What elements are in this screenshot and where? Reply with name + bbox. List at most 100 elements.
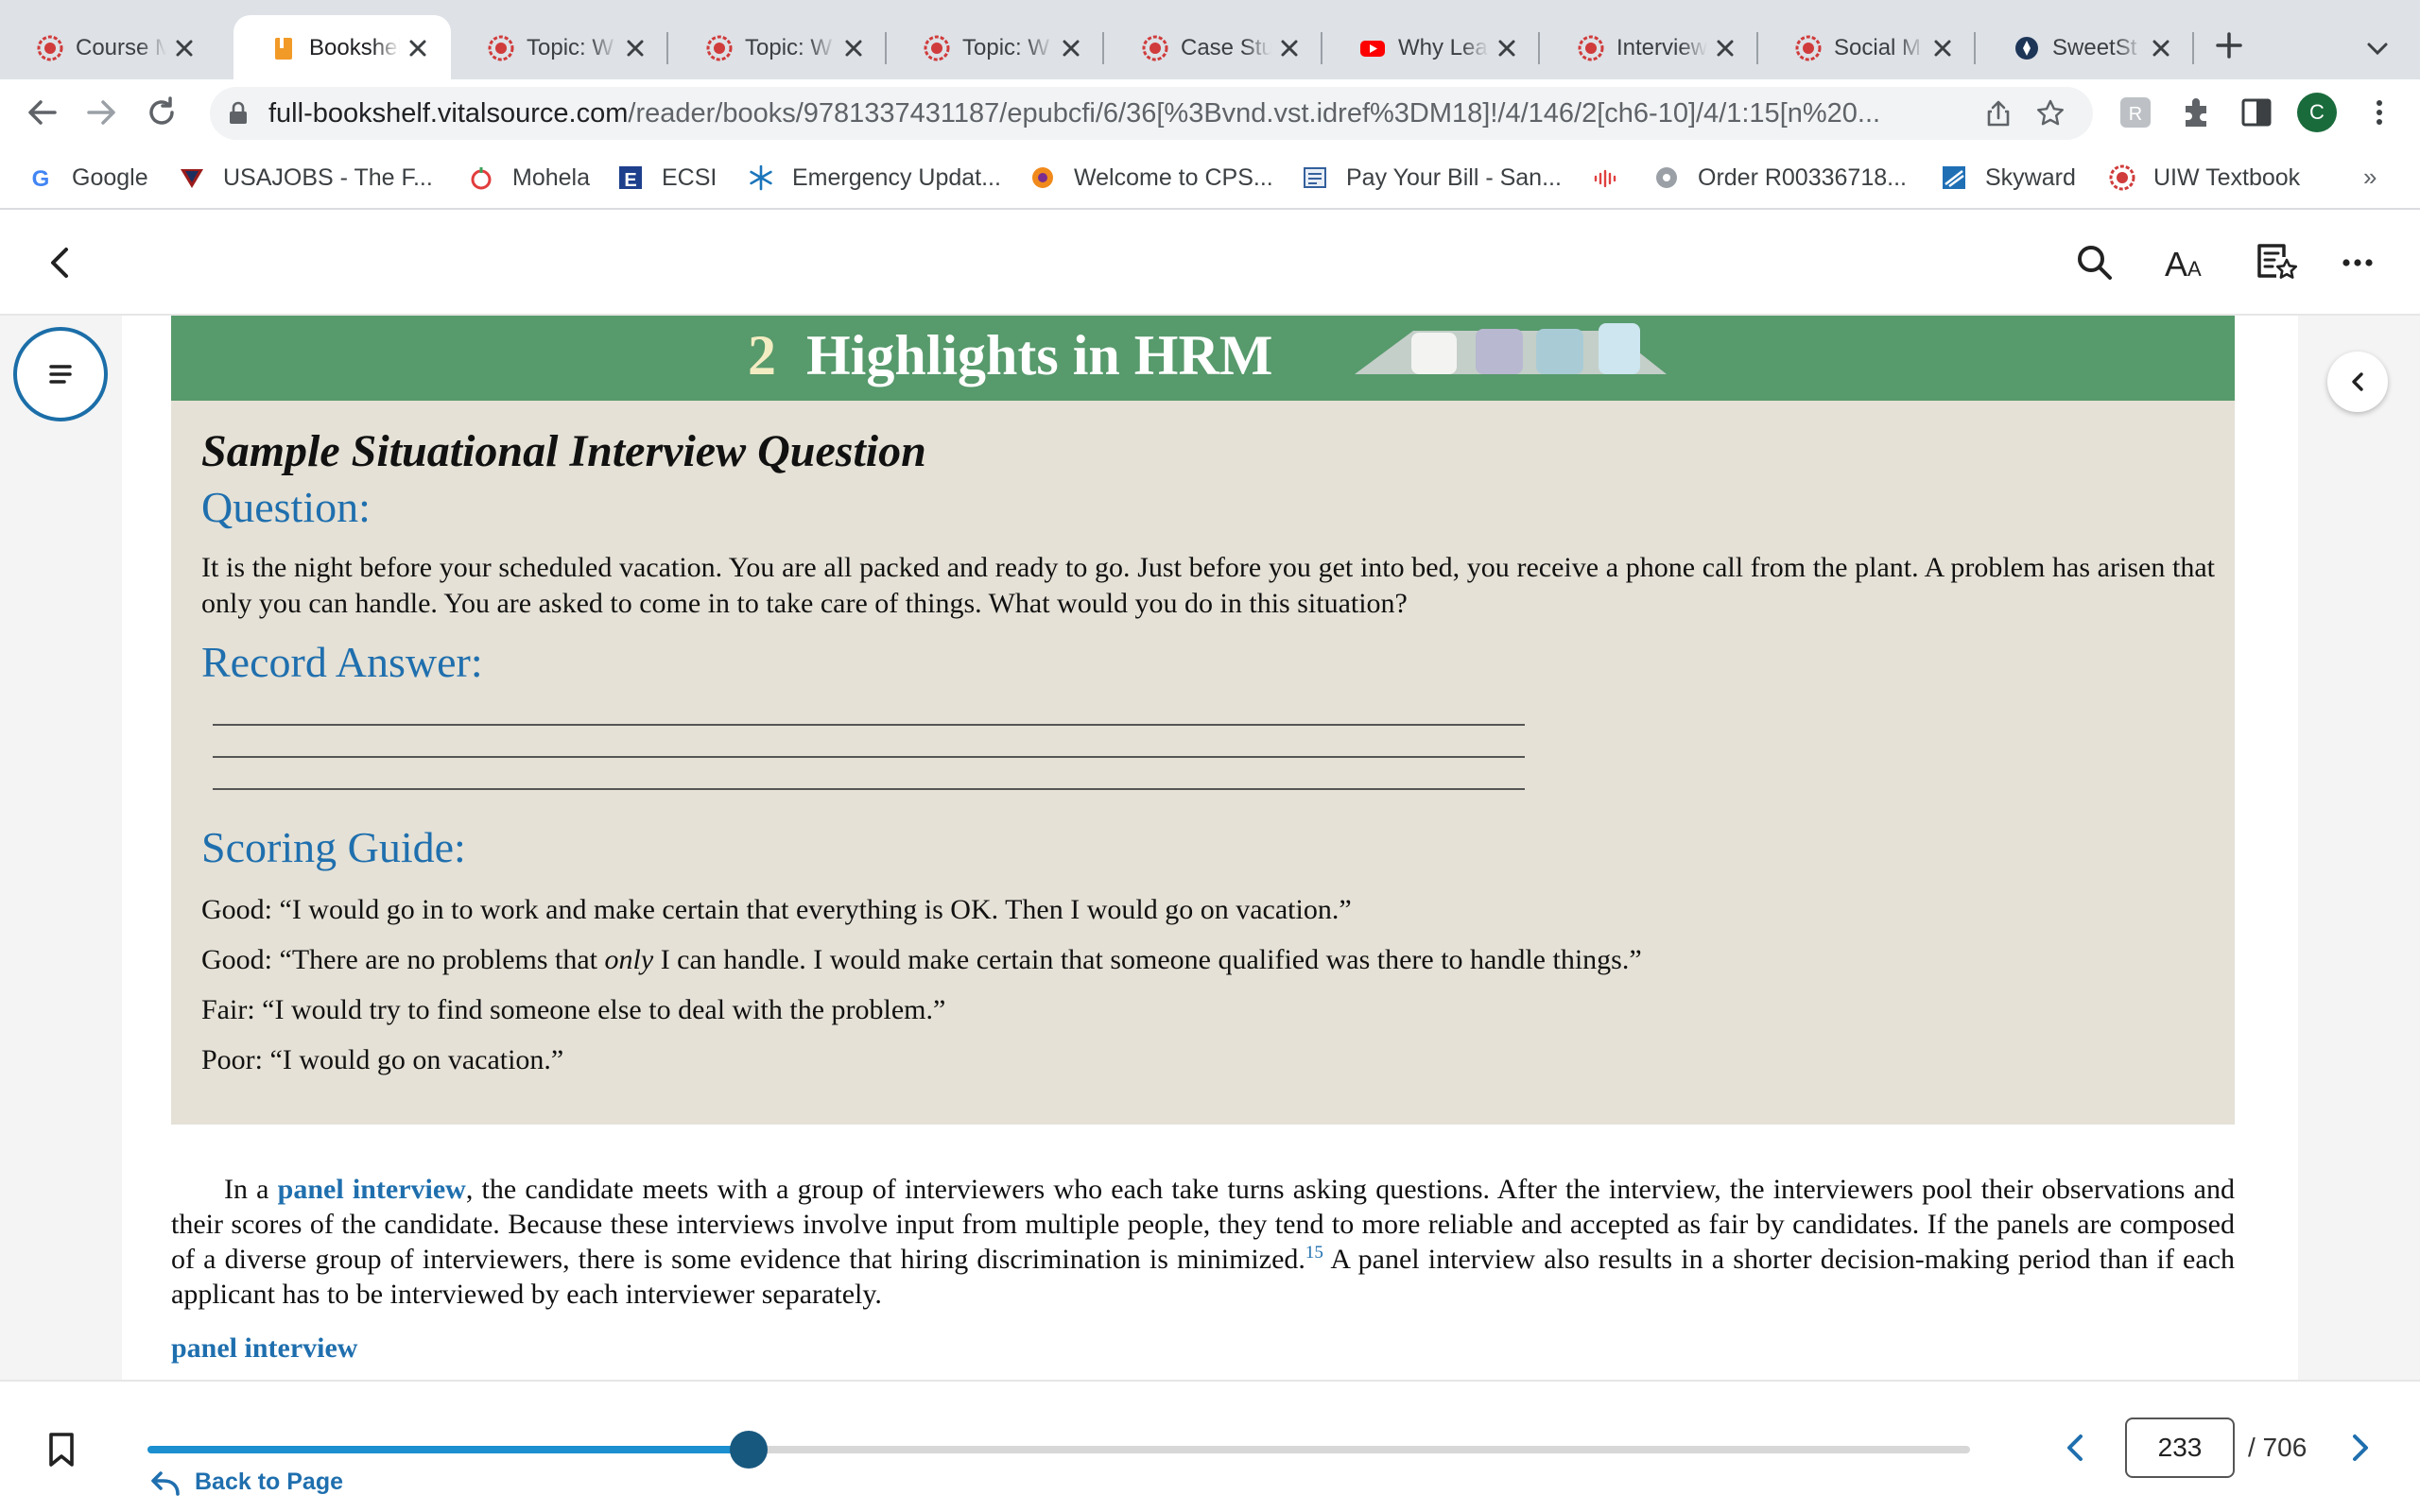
bookmark-item[interactable]: Skyward: [1940, 162, 2076, 194]
bookmark-item[interactable]: USAJOBS - The F...: [178, 162, 433, 194]
uiw-seal-icon: [705, 34, 734, 62]
browser-tab[interactable]: SweetSt: [1977, 15, 2194, 79]
browser-tab[interactable]: Topic: W: [669, 15, 887, 79]
back-to-page-label: Back to Page: [195, 1469, 344, 1495]
tab-title: Topic: W: [745, 35, 833, 60]
footnote-link[interactable]: 15: [1305, 1243, 1323, 1263]
tab-separator: [2192, 32, 2194, 64]
browser-tab[interactable]: Why Lea: [1322, 15, 1540, 79]
share-icon[interactable]: [1983, 98, 2014, 129]
bookshelf-icon: [269, 34, 298, 62]
skyward-icon: [1940, 163, 1968, 192]
paragraph-text: In a: [224, 1174, 278, 1205]
snowflake-icon: [747, 163, 775, 192]
bookmark-item[interactable]: [1592, 162, 1637, 194]
search-icon[interactable]: [2070, 238, 2119, 287]
cps-icon: [1028, 163, 1057, 192]
tab-title: Why Lea: [1398, 35, 1488, 60]
notes-star-icon[interactable]: [2252, 238, 2301, 287]
reload-icon[interactable]: [142, 93, 182, 132]
bookmark-item[interactable]: UIW Textbook: [2108, 162, 2300, 194]
previous-page-icon[interactable]: [2057, 1429, 2095, 1467]
bookmark-item[interactable]: Welcome to CPS...: [1028, 162, 1273, 194]
side-panel-icon[interactable]: [2238, 94, 2274, 130]
panel-interview-paragraph: In a panel interview, the candidate meet…: [171, 1172, 2235, 1312]
browser-tab[interactable]: Case Stu: [1105, 15, 1322, 79]
guide-text: Good: “There are no problems that: [201, 944, 605, 975]
back-to-page-button[interactable]: Back to Page: [149, 1469, 343, 1496]
page-number-input[interactable]: [2125, 1418, 2235, 1478]
banner-number: 2: [748, 324, 776, 387]
close-tab-icon[interactable]: [841, 36, 866, 60]
table-of-contents-button[interactable]: [13, 327, 108, 421]
reader-back-chevron-icon[interactable]: [36, 238, 85, 287]
page-slider-thumb[interactable]: [730, 1431, 769, 1469]
new-tab-icon[interactable]: [2210, 26, 2248, 64]
uiw-seal-icon: [923, 34, 951, 62]
sweetstudy-icon: [2013, 34, 2041, 62]
close-tab-icon[interactable]: [623, 36, 648, 60]
extension-r-icon[interactable]: R: [2118, 94, 2153, 130]
close-tab-icon[interactable]: [406, 36, 430, 60]
bookmarks-overflow-icon[interactable]: »: [2363, 163, 2377, 192]
forward-arrow-icon[interactable]: [81, 93, 121, 132]
close-tab-icon[interactable]: [1495, 36, 1519, 60]
tab-title: Interview: [1616, 35, 1707, 60]
box-title: Sample Situational Interview Question: [201, 426, 926, 476]
mohela-icon: [467, 163, 495, 192]
page-slider[interactable]: [147, 1431, 1970, 1469]
panel-interview-term-link[interactable]: panel interview: [278, 1174, 466, 1205]
browser-menu-icon[interactable]: [2361, 94, 2397, 130]
close-tab-icon[interactable]: [172, 36, 197, 60]
close-tab-icon[interactable]: [1713, 36, 1737, 60]
browser-tab[interactable]: Course M: [0, 15, 217, 79]
extensions-puzzle-icon[interactable]: [2178, 94, 2214, 130]
answer-line: [213, 788, 1525, 790]
text-size-icon[interactable]: AA: [2161, 238, 2210, 287]
close-tab-icon[interactable]: [2149, 36, 2173, 60]
close-tab-icon[interactable]: [1059, 36, 1083, 60]
lock-icon[interactable]: [227, 101, 250, 126]
tab-search-chevron-icon[interactable]: [2361, 32, 2394, 64]
bookmark-item[interactable]: Pay Your Bill - San...: [1301, 162, 1562, 194]
bookmark-item[interactable]: Emergency Updat...: [747, 162, 1001, 194]
tab-title: Course M: [76, 35, 166, 60]
address-bar[interactable]: full-bookshelf.vitalsource.com/reader/bo…: [210, 87, 2093, 140]
glossary-term[interactable]: panel interview: [171, 1332, 357, 1365]
browser-tab[interactable]: Bookshel: [233, 15, 451, 79]
tab-title: Topic: W: [962, 35, 1050, 60]
undo-arrow-icon: [151, 1470, 180, 1496]
close-tab-icon[interactable]: [1277, 36, 1302, 60]
url-text[interactable]: full-bookshelf.vitalsource.com/reader/bo…: [268, 98, 1880, 129]
chevron-left-icon: [2352, 372, 2363, 391]
browser-tab[interactable]: Interview: [1541, 15, 1758, 79]
bookmark-label: ECSI: [662, 163, 717, 191]
reader-header: AA: [0, 210, 2420, 316]
profile-avatar[interactable]: C: [2297, 93, 2337, 132]
people-illustration-icon: [1355, 323, 1667, 374]
next-page-icon[interactable]: [2341, 1429, 2378, 1467]
browser-tab[interactable]: Topic: W: [887, 15, 1104, 79]
usajobs-icon: [178, 163, 206, 192]
browser-tab[interactable]: Social M: [1758, 15, 1976, 79]
bookmark-item[interactable]: Mohela: [467, 162, 590, 194]
bookmark-label: UIW Textbook: [2153, 163, 2301, 191]
close-tab-icon[interactable]: [1930, 36, 1955, 60]
reader-content-area[interactable]: 2 Highlights in HRM Sample Situational I…: [0, 316, 2420, 1380]
bookmark-star-icon[interactable]: [2034, 97, 2066, 129]
bookmark-item[interactable]: E ECSI: [616, 162, 717, 194]
more-options-icon[interactable]: [2333, 238, 2382, 287]
uiw-seal-icon: [36, 34, 64, 62]
answer-line: [213, 756, 1525, 758]
panel-toggle-button[interactable]: [2327, 352, 2388, 412]
bookmark-icon[interactable]: [45, 1431, 78, 1469]
back-arrow-icon[interactable]: [23, 93, 62, 132]
bookmark-item[interactable]: Order R00336718...: [1652, 162, 1907, 194]
scoring-fair: Fair: “I would try to find someone else …: [201, 994, 946, 1025]
browser-tab[interactable]: Topic: W: [451, 15, 668, 79]
ecsi-icon: E: [616, 163, 645, 192]
browser-toolbar: full-bookshelf.vitalsource.com/reader/bo…: [0, 79, 2420, 146]
situational-question-box: Sample Situational Interview Question Qu…: [171, 401, 2235, 1125]
google-icon: G: [26, 163, 55, 192]
bookmark-item[interactable]: G Google: [26, 162, 148, 194]
